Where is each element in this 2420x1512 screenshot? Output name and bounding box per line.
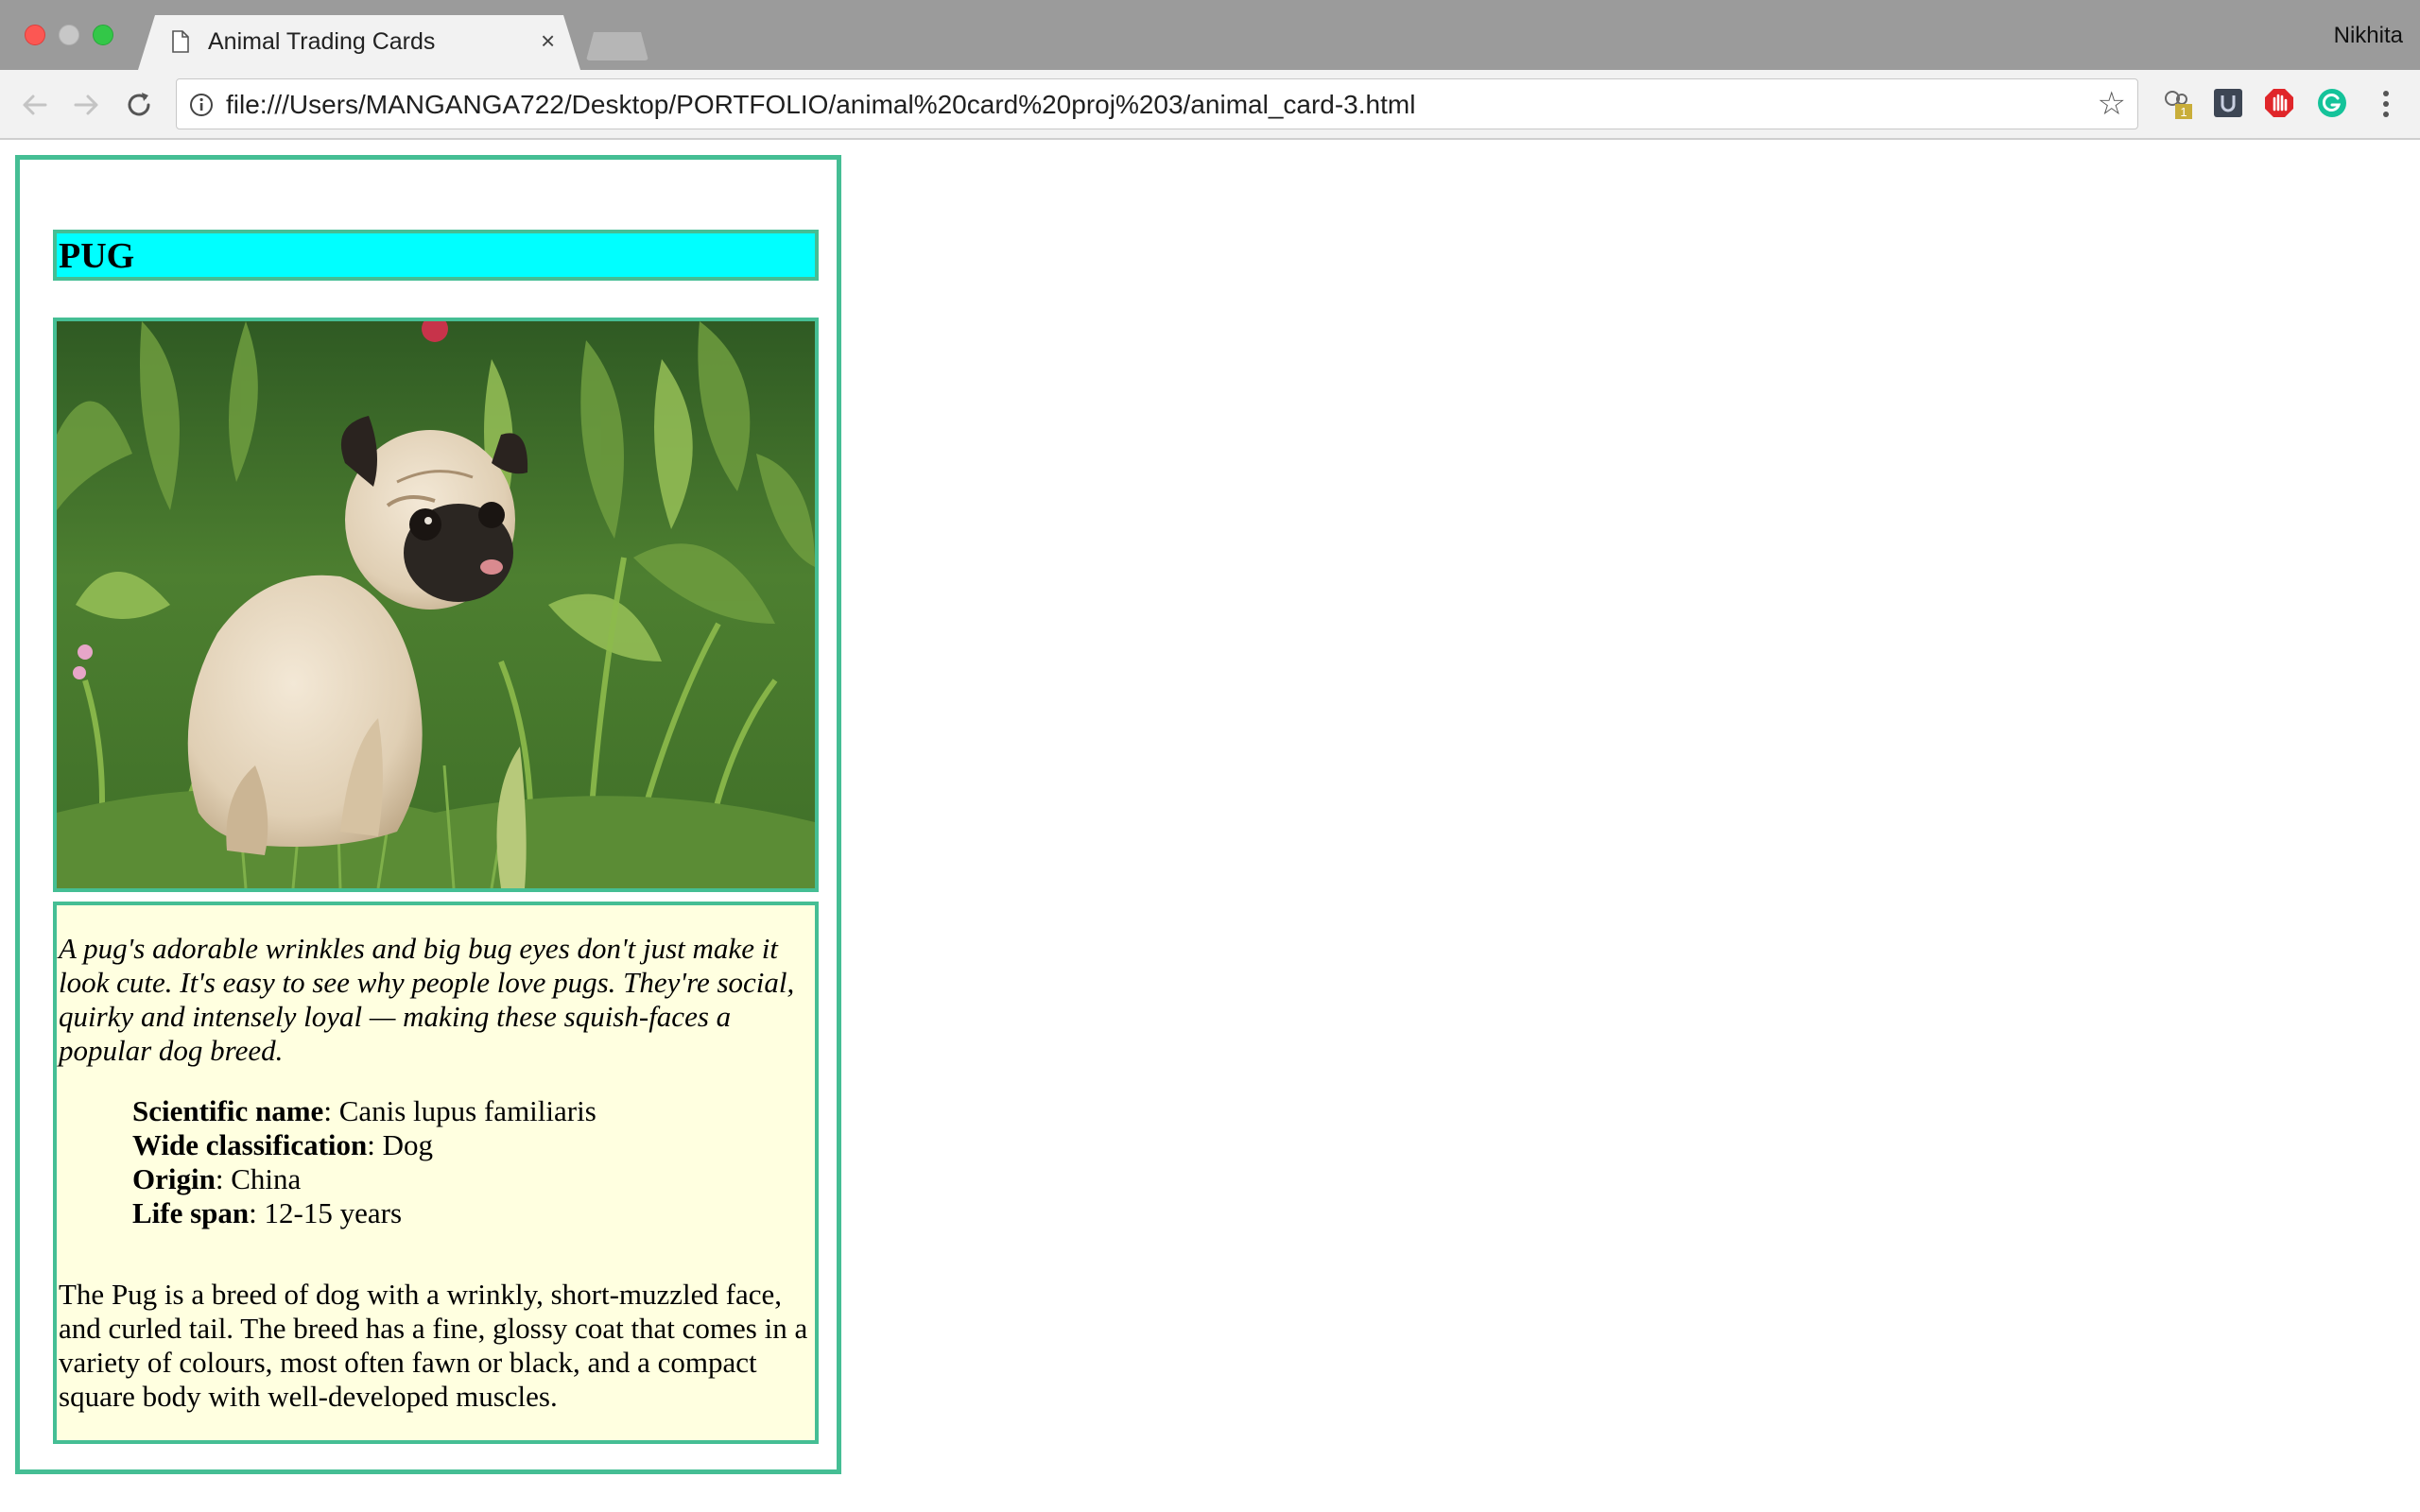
browser-toolbar: file:///Users/MANGANGA722/Desktop/PORTFO… bbox=[0, 70, 2420, 140]
info-icon[interactable] bbox=[188, 92, 215, 118]
bookmark-star-icon[interactable]: ☆ bbox=[2098, 88, 2126, 120]
animal-description-text: The Pug is a breed of dog with a wrinkly… bbox=[59, 1278, 808, 1413]
fact-value: : 12-15 years bbox=[249, 1196, 403, 1229]
fact-value: : China bbox=[215, 1162, 302, 1195]
grammarly-extension-icon[interactable] bbox=[2316, 87, 2348, 119]
window-close-button[interactable] bbox=[25, 25, 45, 45]
animal-info-box: A pug's adorable wrinkles and big bug ey… bbox=[53, 902, 819, 1444]
address-url[interactable]: file:///Users/MANGANGA722/Desktop/PORTFO… bbox=[226, 90, 1415, 120]
fact-label: Life span bbox=[132, 1196, 250, 1229]
fact-wide-classification: Wide classification: Dog bbox=[132, 1128, 596, 1162]
profile-name[interactable]: Nikhita bbox=[2334, 23, 2403, 49]
fact-origin: Origin: China bbox=[132, 1162, 596, 1196]
fact-label: Origin bbox=[132, 1162, 216, 1195]
browser-titlebar: Animal Trading Cards × Nikhita bbox=[0, 0, 2420, 70]
animal-intro-text: A pug's adorable wrinkles and big bug ey… bbox=[59, 932, 795, 1067]
browser-menu-icon[interactable] bbox=[2377, 87, 2395, 121]
ublock-extension-icon[interactable] bbox=[2212, 87, 2244, 119]
fact-scientific-name: Scientific name: Canis lupus familiaris bbox=[132, 1094, 596, 1128]
forward-arrow-icon[interactable] bbox=[68, 87, 104, 123]
animal-card: PUG A pug's adorable wrinkles and big bu… bbox=[15, 155, 841, 1474]
window-minimize-button[interactable] bbox=[59, 25, 79, 45]
animal-photo bbox=[53, 318, 819, 892]
page-icon bbox=[172, 30, 189, 53]
fact-label: Wide classification bbox=[132, 1128, 368, 1161]
reload-icon[interactable] bbox=[121, 87, 157, 123]
new-tab-button[interactable] bbox=[586, 32, 648, 60]
animal-name-box: PUG bbox=[53, 230, 819, 281]
stop-hand-extension-icon[interactable] bbox=[2263, 87, 2295, 119]
animal-facts-list: Scientific name: Canis lupus familiaris … bbox=[132, 1094, 596, 1230]
window-maximize-button[interactable] bbox=[93, 25, 113, 45]
back-arrow-icon[interactable] bbox=[17, 87, 53, 123]
browser-tab[interactable]: Animal Trading Cards × bbox=[138, 15, 580, 70]
extension-badge-count: 1 bbox=[2180, 105, 2187, 119]
animal-name: PUG bbox=[59, 236, 135, 276]
fact-value: : Dog bbox=[367, 1128, 434, 1161]
tab-close-icon[interactable]: × bbox=[541, 28, 555, 53]
fact-life-span: Life span: 12-15 years bbox=[132, 1196, 596, 1230]
pug-photo-image bbox=[57, 321, 815, 888]
tab-title: Animal Trading Cards bbox=[208, 28, 436, 55]
extension-badge-icon[interactable]: 1 bbox=[2161, 87, 2193, 119]
fact-value: : Canis lupus familiaris bbox=[323, 1094, 596, 1127]
fact-label: Scientific name bbox=[132, 1094, 324, 1127]
address-bar[interactable]: file:///Users/MANGANGA722/Desktop/PORTFO… bbox=[176, 78, 2138, 129]
